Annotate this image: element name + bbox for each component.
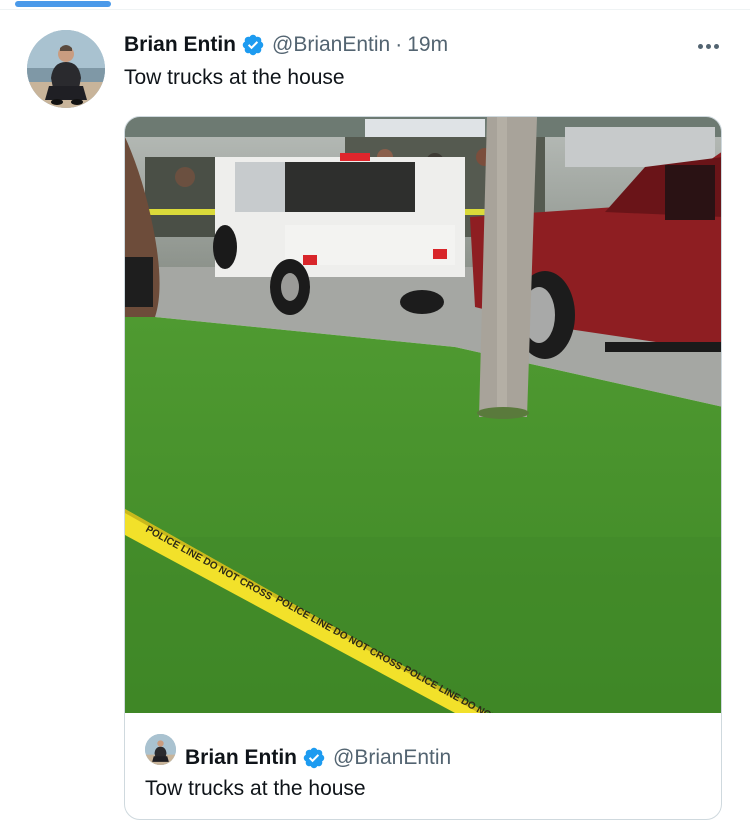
display-name[interactable]: Brian Entin [124,33,236,57]
quoted-tweet-header: Brian Entin @BrianEntin [185,743,451,773]
avatar[interactable] [27,30,105,108]
avatar-photo [27,30,105,108]
verified-badge-icon [242,34,264,56]
more-horizontal-icon [697,43,703,49]
quoted-display-name[interactable]: Brian Entin [185,746,297,770]
timestamp[interactable]: 19m [407,33,448,57]
progress-bar [15,1,111,7]
more-options-button[interactable] [692,34,724,58]
tweet[interactable]: Brian Entin @BrianEntin · 19m Tow trucks… [0,10,750,832]
more-horizontal-icon-dot [705,43,711,49]
quoted-tweet-text: Tow trucks at the house [145,777,366,800]
video-media[interactable]: POLICE LINE DO NOT CROSS POLICE LINE DO … [125,117,722,713]
tweet-header: Brian Entin @BrianEntin · 19m [124,28,448,62]
more-horizontal-icon-dot [713,43,719,49]
quoted-verified-badge-icon [303,747,325,769]
handle[interactable]: @BrianEntin [272,33,390,57]
quoted-handle[interactable]: @BrianEntin [333,746,451,770]
separator-dot: · [395,33,403,56]
quoted-avatar[interactable] [145,734,176,765]
quoted-tweet-card[interactable]: POLICE LINE DO NOT CROSS POLICE LINE DO … [124,116,722,820]
tweet-text: Tow trucks at the house [124,66,345,89]
quoted-avatar-photo [145,734,176,765]
progress-track [0,0,750,10]
